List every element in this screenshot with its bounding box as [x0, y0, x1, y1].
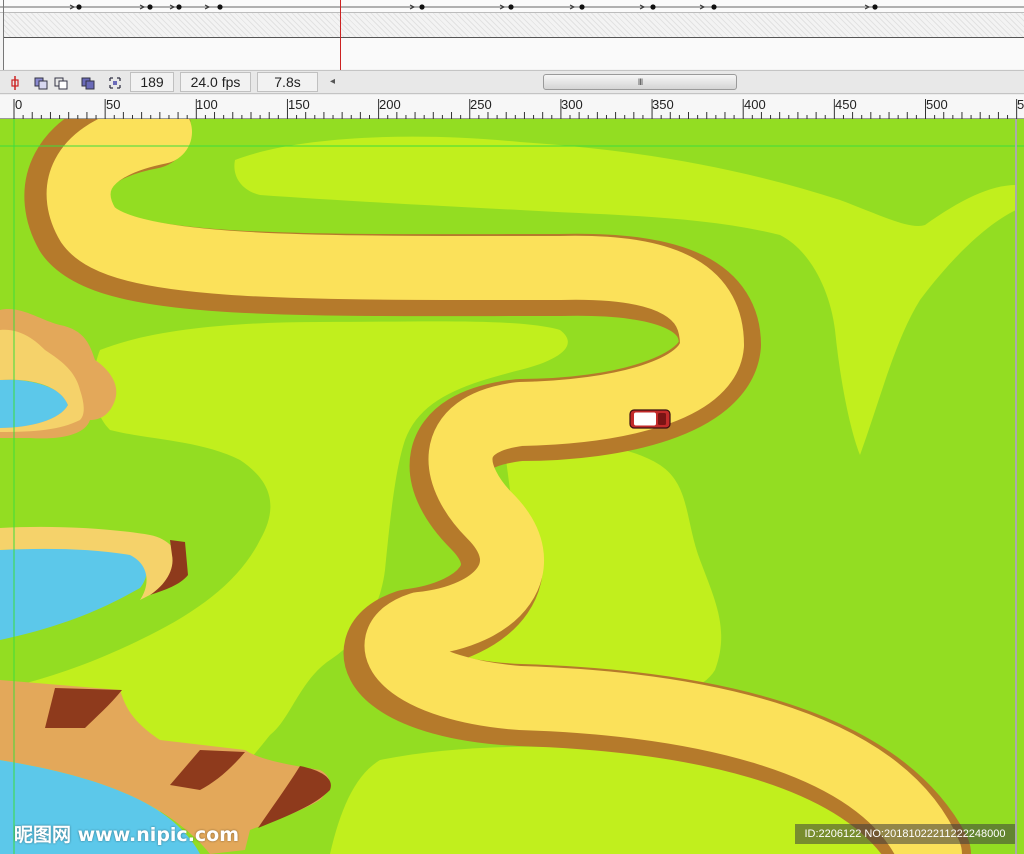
ruler-label: 5: [1017, 97, 1024, 112]
edit-multiple-frames-icon[interactable]: [80, 75, 96, 91]
keyframe: [872, 4, 878, 10]
watermark-id: ID:2206122 NO:20181022211222248000: [795, 824, 1015, 844]
elapsed-time-field: 7.8s: [257, 72, 318, 92]
watermark-logo: 昵图网 www.nipic.com: [14, 824, 240, 846]
timeline-toolbar: 189 24.0 fps 7.8s ◂ III: [0, 70, 1024, 94]
onion-skin-outlines-icon[interactable]: [53, 75, 69, 91]
layer-track[interactable]: [0, 0, 1024, 13]
current-frame-field[interactable]: 189: [130, 72, 174, 92]
empty-layer-area: [4, 13, 1024, 38]
stage-canvas[interactable]: [0, 119, 1024, 854]
keyframe: [508, 4, 514, 10]
ruler-label: 150: [288, 97, 310, 112]
frame-rate-field[interactable]: 24.0 fps: [180, 72, 251, 92]
scroll-left-arrow-icon[interactable]: ◂: [330, 76, 335, 87]
timeline-empty-area: [4, 38, 1024, 69]
ruler-label: 250: [470, 97, 492, 112]
ruler-label: 100: [196, 97, 218, 112]
race-track-artwork: [0, 119, 1024, 854]
ruler-label: 400: [744, 97, 766, 112]
keyframe: [419, 4, 425, 10]
ruler-label: 200: [379, 97, 401, 112]
ruler-label: 50: [106, 97, 121, 112]
horizontal-ruler: 0 50 100 150 200 250 300 350 400 450 500…: [0, 95, 1024, 119]
keyframe: [579, 4, 585, 10]
ruler-label: 450: [835, 97, 857, 112]
car-sprite: [629, 409, 671, 429]
ruler-label: 500: [926, 97, 948, 112]
timeline-scroll-thumb[interactable]: III: [543, 74, 737, 90]
playhead[interactable]: [340, 0, 341, 70]
keyframe-row: [0, 4, 1024, 10]
keyframe: [217, 4, 223, 10]
keyframe: [147, 4, 153, 10]
ruler-ticks: [13, 99, 1018, 119]
keyframe: [650, 4, 656, 10]
center-frame-icon[interactable]: [7, 75, 23, 91]
timeline-divider: [3, 0, 4, 70]
keyframe: [76, 4, 82, 10]
scroll-grip-icon: III: [637, 77, 643, 87]
ruler-label: 350: [652, 97, 674, 112]
onion-skin-icon[interactable]: [33, 75, 49, 91]
modify-markers-icon[interactable]: [107, 75, 123, 91]
ruler-label: 0: [15, 97, 23, 112]
keyframe: [176, 4, 182, 10]
keyframe: [711, 4, 717, 10]
timeline-panel: [0, 0, 1024, 70]
ruler-label: 300: [561, 97, 583, 112]
